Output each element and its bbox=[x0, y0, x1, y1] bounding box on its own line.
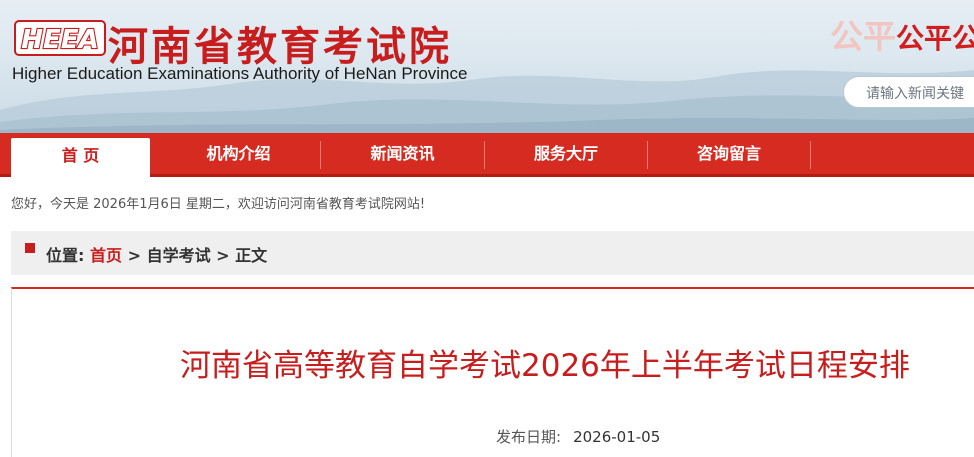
search-input[interactable]: 请输入新闻关键 bbox=[843, 76, 974, 108]
breadcrumb-home[interactable]: 首页 bbox=[90, 246, 122, 265]
heea-logo[interactable]: HEEA bbox=[14, 18, 106, 58]
breadcrumb-separator: > bbox=[127, 246, 141, 265]
nav-divider bbox=[810, 141, 811, 169]
publish-date-value: 2026-01-05 bbox=[573, 428, 661, 446]
slogan: 公平公平公 bbox=[830, 10, 974, 58]
site-title-english: Higher Education Examinations Authority … bbox=[12, 64, 468, 83]
nav-item-home[interactable]: 首 页 bbox=[11, 138, 150, 177]
nav-item-about[interactable]: 机构介绍 bbox=[157, 133, 320, 174]
article-title: 河南省高等教育自学考试2026年上半年考试日程安排 bbox=[180, 348, 910, 384]
location-icon bbox=[25, 243, 35, 253]
nav-item-news[interactable]: 新闻资讯 bbox=[321, 133, 484, 174]
main-nav: 首 页 机构介绍 新闻资讯 服务大厅 咨询留言 bbox=[0, 133, 974, 177]
breadcrumb-separator: > bbox=[216, 246, 230, 265]
breadcrumb-prefix: 位置: bbox=[46, 246, 85, 265]
breadcrumb-section[interactable]: 自学考试 bbox=[147, 246, 211, 265]
slogan-faded: 公平 bbox=[829, 17, 896, 56]
breadcrumb: 位置: 首页 > 自学考试 > 正文 bbox=[11, 231, 974, 275]
nav-item-services[interactable]: 服务大厅 bbox=[485, 133, 647, 174]
site-header: HEEA 河南省教育考试院 Higher Education Examinati… bbox=[0, 0, 974, 133]
breadcrumb-current: 正文 bbox=[235, 246, 268, 265]
publish-date-label: 发布日期: bbox=[496, 428, 562, 446]
search-placeholder: 请输入新闻关键 bbox=[866, 86, 964, 102]
logo-text: HEEA bbox=[21, 25, 98, 55]
slogan-strong: 公平公 bbox=[895, 22, 974, 55]
welcome-text: 您好，今天是 2026年1月6日 星期二，欢迎访问河南省教育考试院网站! bbox=[11, 197, 426, 212]
breadcrumb-text: 位置: 首页 > 自学考试 > 正文 bbox=[46, 242, 267, 266]
nav-item-consult[interactable]: 咨询留言 bbox=[648, 133, 810, 174]
